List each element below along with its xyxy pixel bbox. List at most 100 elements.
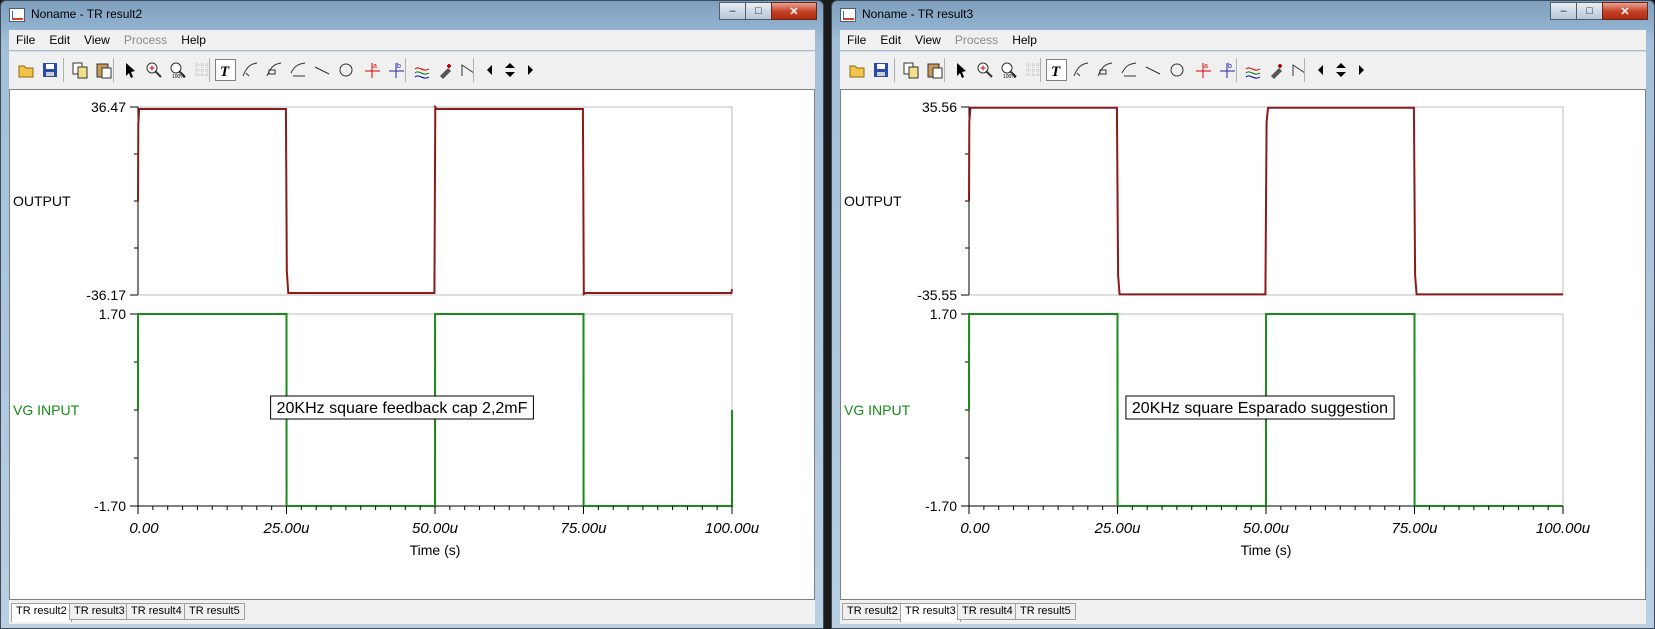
tab-tr-result5[interactable]: TR result5 [1015, 603, 1076, 620]
menu-view[interactable]: View [908, 33, 948, 47]
cursor-a-icon[interactable]: a [361, 59, 382, 81]
tab-tr-result2[interactable]: TR result2 [11, 603, 72, 622]
nav-updown-icon[interactable] [499, 59, 520, 81]
toolbar-separator [1236, 58, 1237, 82]
zoom-in-icon[interactable] [974, 59, 995, 81]
y-min-label: -1.70 [925, 498, 957, 514]
x-axis-ticks: 0.00 25.00u 50.00u 75.00u 100.00u Time (s) [960, 506, 1591, 558]
diagram-area[interactable]: 36.47 -36.17 OUTPUT 1.70 -1.70 VG INPUT 0.00 25… [9, 89, 815, 600]
caption-buttons: ‒ □ ✕ [1550, 2, 1648, 21]
open-icon[interactable] [15, 59, 36, 81]
line-icon[interactable] [311, 59, 332, 81]
probe-icon[interactable] [435, 59, 456, 81]
toolbar-separator [113, 58, 114, 82]
close-button[interactable]: ✕ [771, 2, 817, 20]
minimize-button[interactable]: ‒ [1550, 2, 1577, 20]
curves-icon[interactable] [1242, 59, 1263, 81]
tab-tr-result3[interactable]: TR result3 [69, 603, 130, 620]
annotation-text: 20KHz square Esparado suggestion [1132, 400, 1388, 417]
toolbar-separator [944, 58, 945, 82]
close-button[interactable]: ✕ [1602, 2, 1648, 20]
app-icon [9, 8, 25, 22]
transient-chart[interactable]: 36.47 -36.17 OUTPUT 1.70 -1.70 VG INPUT 0.00 25… [10, 90, 816, 599]
cursor-b-icon[interactable]: b [385, 59, 406, 81]
pointer-icon[interactable] [950, 59, 971, 81]
toolbar-separator [405, 58, 406, 82]
zoom-in-icon[interactable] [143, 59, 164, 81]
circle-icon[interactable] [335, 59, 356, 81]
title-bar[interactable]: Noname - TR result2 ‒ □ ✕ [1, 1, 823, 29]
menu-help[interactable]: Help [1005, 33, 1044, 47]
toolbar-separator [473, 58, 474, 82]
minimize-button[interactable]: ‒ [719, 2, 746, 20]
menu-bar: File Edit View Process Help [840, 30, 1646, 50]
title-bar[interactable]: Noname - TR result3 ‒ □ ✕ [832, 1, 1654, 29]
cursor-a-icon[interactable]: a [1192, 59, 1213, 81]
save-icon[interactable] [39, 59, 60, 81]
curves-icon[interactable] [411, 59, 432, 81]
maximize-button[interactable]: □ [745, 2, 772, 20]
tab-tr-result4[interactable]: TR result4 [957, 603, 1018, 620]
copy-icon[interactable] [69, 59, 90, 81]
x-tick-label: 100.00u [1536, 520, 1591, 537]
transient-chart[interactable]: 35.56 -35.55 OUTPUT 1.70 -1.70 VG INPUT 0.00 25… [841, 90, 1647, 599]
menu-process: Process [954, 33, 999, 47]
nav-right-icon[interactable] [519, 59, 540, 81]
maximize-button[interactable]: □ [1576, 2, 1603, 20]
nav-left-icon[interactable] [1310, 59, 1331, 81]
menu-edit[interactable]: Edit [873, 33, 908, 47]
curve-label2-icon[interactable] [1094, 59, 1115, 81]
toolbar-separator [209, 58, 210, 82]
curve-label-icon[interactable] [1070, 59, 1091, 81]
nav-right-icon[interactable] [1350, 59, 1371, 81]
svg-text:T: T [1051, 64, 1061, 79]
paste-icon[interactable] [924, 59, 945, 81]
circle-icon[interactable] [1166, 59, 1187, 81]
result-tabs: TR result2 TR result3 TR result4 TR result5 [9, 600, 815, 624]
menu-help[interactable]: Help [174, 33, 213, 47]
zoom-100-icon[interactable]: 100% [167, 59, 188, 81]
menu-view[interactable]: View [77, 33, 117, 47]
menu-file[interactable]: File [840, 33, 873, 47]
toolbar-separator [1304, 58, 1305, 82]
text-icon[interactable]: T [215, 59, 236, 81]
curve-label3-icon[interactable] [287, 59, 308, 81]
tab-tr-result2[interactable]: TR result2 [842, 603, 903, 620]
toolbar: 100% Ta b [840, 51, 1646, 90]
paste-icon[interactable] [93, 59, 114, 81]
window-title: Noname - TR result2 [31, 7, 143, 21]
toolbar-separator [1040, 58, 1041, 82]
curve-label-icon[interactable] [239, 59, 260, 81]
tab-tr-result4[interactable]: TR result4 [126, 603, 187, 620]
tina-window-result3: Noname - TR result3 ‒ □ ✕ File Edit View… [831, 0, 1655, 629]
tab-tr-result3[interactable]: TR result3 [900, 603, 961, 622]
annotation-box[interactable]: 20KHz square feedback cap 2,2mF [270, 395, 534, 420]
step-icon[interactable] [1288, 59, 1309, 81]
cursor-b-icon[interactable]: b [1216, 59, 1237, 81]
result-tabs: TR result2 TR result3 TR result4 TR result5 [840, 600, 1646, 624]
svg-text:100%: 100% [1003, 74, 1016, 79]
curve-label2-icon[interactable] [263, 59, 284, 81]
text-icon[interactable]: T [1046, 59, 1067, 81]
x-tick-label: 50.00u [1243, 520, 1290, 537]
output-label: OUTPUT [844, 193, 902, 209]
annotation-box[interactable]: 20KHz square Esparado suggestion [1125, 395, 1395, 420]
menu-process: Process [123, 33, 168, 47]
save-icon[interactable] [870, 59, 891, 81]
diagram-area[interactable]: 35.56 -35.55 OUTPUT 1.70 -1.70 VG INPUT 0.00 25… [840, 89, 1646, 600]
nav-left-icon[interactable] [479, 59, 500, 81]
open-icon[interactable] [846, 59, 867, 81]
curve-label3-icon[interactable] [1118, 59, 1139, 81]
svg-text:b: b [397, 63, 401, 70]
step-icon[interactable] [457, 59, 478, 81]
tab-tr-result5[interactable]: TR result5 [184, 603, 245, 620]
pointer-icon[interactable] [119, 59, 140, 81]
nav-updown-icon[interactable] [1330, 59, 1351, 81]
probe-icon[interactable] [1266, 59, 1287, 81]
zoom-100-icon[interactable]: 100% [998, 59, 1019, 81]
line-icon[interactable] [1142, 59, 1163, 81]
menu-file[interactable]: File [9, 33, 42, 47]
copy-icon[interactable] [900, 59, 921, 81]
menu-edit[interactable]: Edit [42, 33, 77, 47]
x-axis-label: Time (s) [410, 542, 461, 558]
